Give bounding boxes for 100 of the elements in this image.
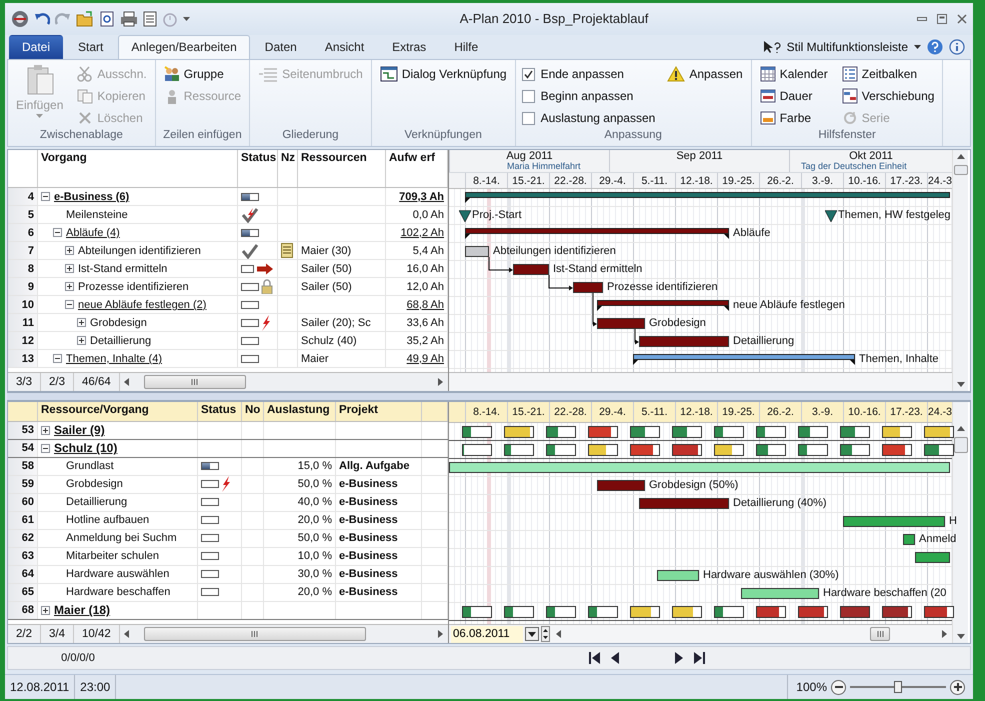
- expand-icon[interactable]: [65, 264, 74, 274]
- summary-bar[interactable]: [465, 228, 729, 234]
- ribbon-tab[interactable]: Hilfe: [441, 35, 492, 60]
- task-name[interactable]: Detaillierung: [90, 334, 152, 347]
- file-tab[interactable]: Datei: [9, 35, 64, 60]
- summary-bar[interactable]: [465, 192, 950, 198]
- scroll-thumb[interactable]: [144, 374, 246, 389]
- collapse-icon[interactable]: [41, 192, 50, 202]
- slider-thumb[interactable]: [894, 681, 902, 694]
- ribbon-button[interactable]: Dauer: [758, 87, 830, 106]
- summary-bar[interactable]: [597, 300, 729, 306]
- column-header[interactable]: Status: [241, 152, 276, 164]
- collapse-icon[interactable]: [53, 228, 62, 238]
- task-name[interactable]: Grundlast: [66, 460, 114, 472]
- expand-icon[interactable]: [77, 336, 86, 346]
- zoom-out-button[interactable]: [831, 680, 846, 695]
- ribbon-button[interactable]: Dialog Verknüpfung: [378, 65, 509, 84]
- expand-icon[interactable]: [65, 246, 74, 256]
- scroll-thumb[interactable]: [954, 165, 968, 176]
- task-name[interactable]: Prozesse identifizieren: [78, 280, 189, 293]
- scroll-thumb[interactable]: [870, 627, 890, 642]
- task-bar[interactable]: [449, 462, 950, 473]
- ribbon-tab[interactable]: Start: [65, 35, 116, 60]
- task-name[interactable]: Hotline aufbauen: [66, 514, 150, 526]
- task-name[interactable]: Themen, Inhalte (4): [66, 352, 162, 365]
- task-bar[interactable]: [903, 534, 915, 545]
- scroll-thumb[interactable]: [954, 436, 968, 453]
- ribbon-tab[interactable]: Anlegen/Bearbeiten: [118, 35, 250, 60]
- task-bar[interactable]: [639, 336, 729, 348]
- ribbon-button[interactable]: Kalender: [758, 65, 830, 84]
- expand-icon[interactable]: [41, 426, 50, 435]
- task-bar[interactable]: [657, 570, 699, 581]
- ribbon-tab[interactable]: Ansicht: [312, 35, 378, 60]
- expand-icon[interactable]: [41, 606, 50, 615]
- column-header[interactable]: No: [245, 404, 260, 416]
- previous-button[interactable]: [609, 652, 621, 664]
- milestone-icon[interactable]: [825, 210, 837, 222]
- scroll-thumb[interactable]: [144, 627, 366, 642]
- milestone-icon[interactable]: [459, 210, 471, 222]
- task-bar[interactable]: [741, 588, 819, 599]
- ribbon-checkbox[interactable]: Beginn anpassen: [522, 89, 656, 104]
- task-bar[interactable]: [465, 246, 489, 258]
- task-name[interactable]: Hardware auswählen: [66, 568, 170, 580]
- task-name[interactable]: Ist-Stand ermitteln: [78, 262, 168, 275]
- ribbon-checkbox[interactable]: Auslastung anpassen: [522, 111, 656, 126]
- column-header[interactable]: Vorgang: [41, 152, 87, 164]
- task-name[interactable]: neue Abläufe festlegen (2): [78, 298, 206, 311]
- summary-bar[interactable]: [633, 354, 855, 360]
- group-label: Verknüpfungen: [404, 129, 483, 144]
- resource-name[interactable]: Schulz (10): [54, 441, 118, 456]
- collapse-icon[interactable]: [65, 300, 74, 310]
- column-header[interactable]: Nz: [281, 152, 296, 164]
- ribbon-button[interactable]: Verschiebung: [840, 87, 936, 106]
- ribbon-tab[interactable]: Extras: [379, 35, 440, 60]
- column-header[interactable]: Ressource/Vorgang: [41, 404, 149, 416]
- column-header[interactable]: Projekt: [339, 404, 378, 416]
- task-bar[interactable]: [639, 498, 729, 509]
- task-name[interactable]: e-Business (6): [54, 190, 130, 203]
- task-bar[interactable]: [915, 552, 950, 563]
- resource-name[interactable]: Sailer (9): [54, 423, 105, 438]
- ribbon-button[interactable]: Anpassen: [665, 65, 745, 84]
- note-icon[interactable]: [281, 243, 293, 258]
- task-bar[interactable]: [513, 264, 549, 276]
- collapse-icon[interactable]: [41, 444, 50, 453]
- task-name[interactable]: Grobdesign: [66, 478, 123, 490]
- task-name[interactable]: Hardware beschaffen: [66, 586, 170, 598]
- column-header[interactable]: Auslastung: [267, 404, 330, 416]
- ribbon-button[interactable]: Gruppe: [162, 65, 244, 84]
- summary-end-icon: [597, 306, 602, 312]
- grip-icon: [251, 631, 258, 638]
- ribbon-tab[interactable]: Daten: [252, 35, 310, 60]
- collapse-icon[interactable]: [53, 354, 62, 364]
- task-bar[interactable]: [843, 516, 945, 527]
- task-bar[interactable]: [573, 282, 603, 294]
- column-header[interactable]: Status: [201, 404, 236, 416]
- ribbon-button[interactable]: Zeitbalken: [840, 65, 936, 84]
- next-button[interactable]: [673, 652, 685, 664]
- column-header[interactable]: Ressourcen: [301, 152, 367, 164]
- style-menu[interactable]: Stil Multifunktionsleiste: [786, 40, 908, 54]
- task-name[interactable]: Mitarbeiter schulen: [66, 550, 159, 562]
- column-header[interactable]: Aufw erf: [389, 152, 435, 164]
- first-button[interactable]: [587, 652, 603, 664]
- task-name[interactable]: Abteilungen identifizieren: [78, 244, 201, 257]
- ribbon-checkbox[interactable]: Ende anpassen: [522, 67, 656, 82]
- zoom-in-button[interactable]: [950, 680, 965, 695]
- task-name[interactable]: Anmeldung bei Suchm: [66, 532, 177, 544]
- resource-name[interactable]: Maier (18): [54, 603, 110, 618]
- task-bar[interactable]: [597, 480, 645, 491]
- bar-label: Prozesse identifizieren: [607, 281, 718, 294]
- expand-icon[interactable]: [77, 318, 86, 328]
- task-name[interactable]: Meilensteine: [66, 208, 128, 221]
- ribbon-button[interactable]: Farbe: [758, 109, 830, 128]
- task-bar[interactable]: [597, 318, 645, 330]
- vertical-scrollbar[interactable]: [952, 150, 968, 391]
- task-name[interactable]: Abläufe (4): [66, 226, 120, 239]
- task-name[interactable]: Grobdesign: [90, 316, 147, 329]
- last-button[interactable]: [691, 652, 707, 664]
- expand-icon[interactable]: [65, 282, 74, 292]
- date-field[interactable]: 06.08.2011: [451, 626, 523, 643]
- task-name[interactable]: Detaillierung: [66, 496, 128, 508]
